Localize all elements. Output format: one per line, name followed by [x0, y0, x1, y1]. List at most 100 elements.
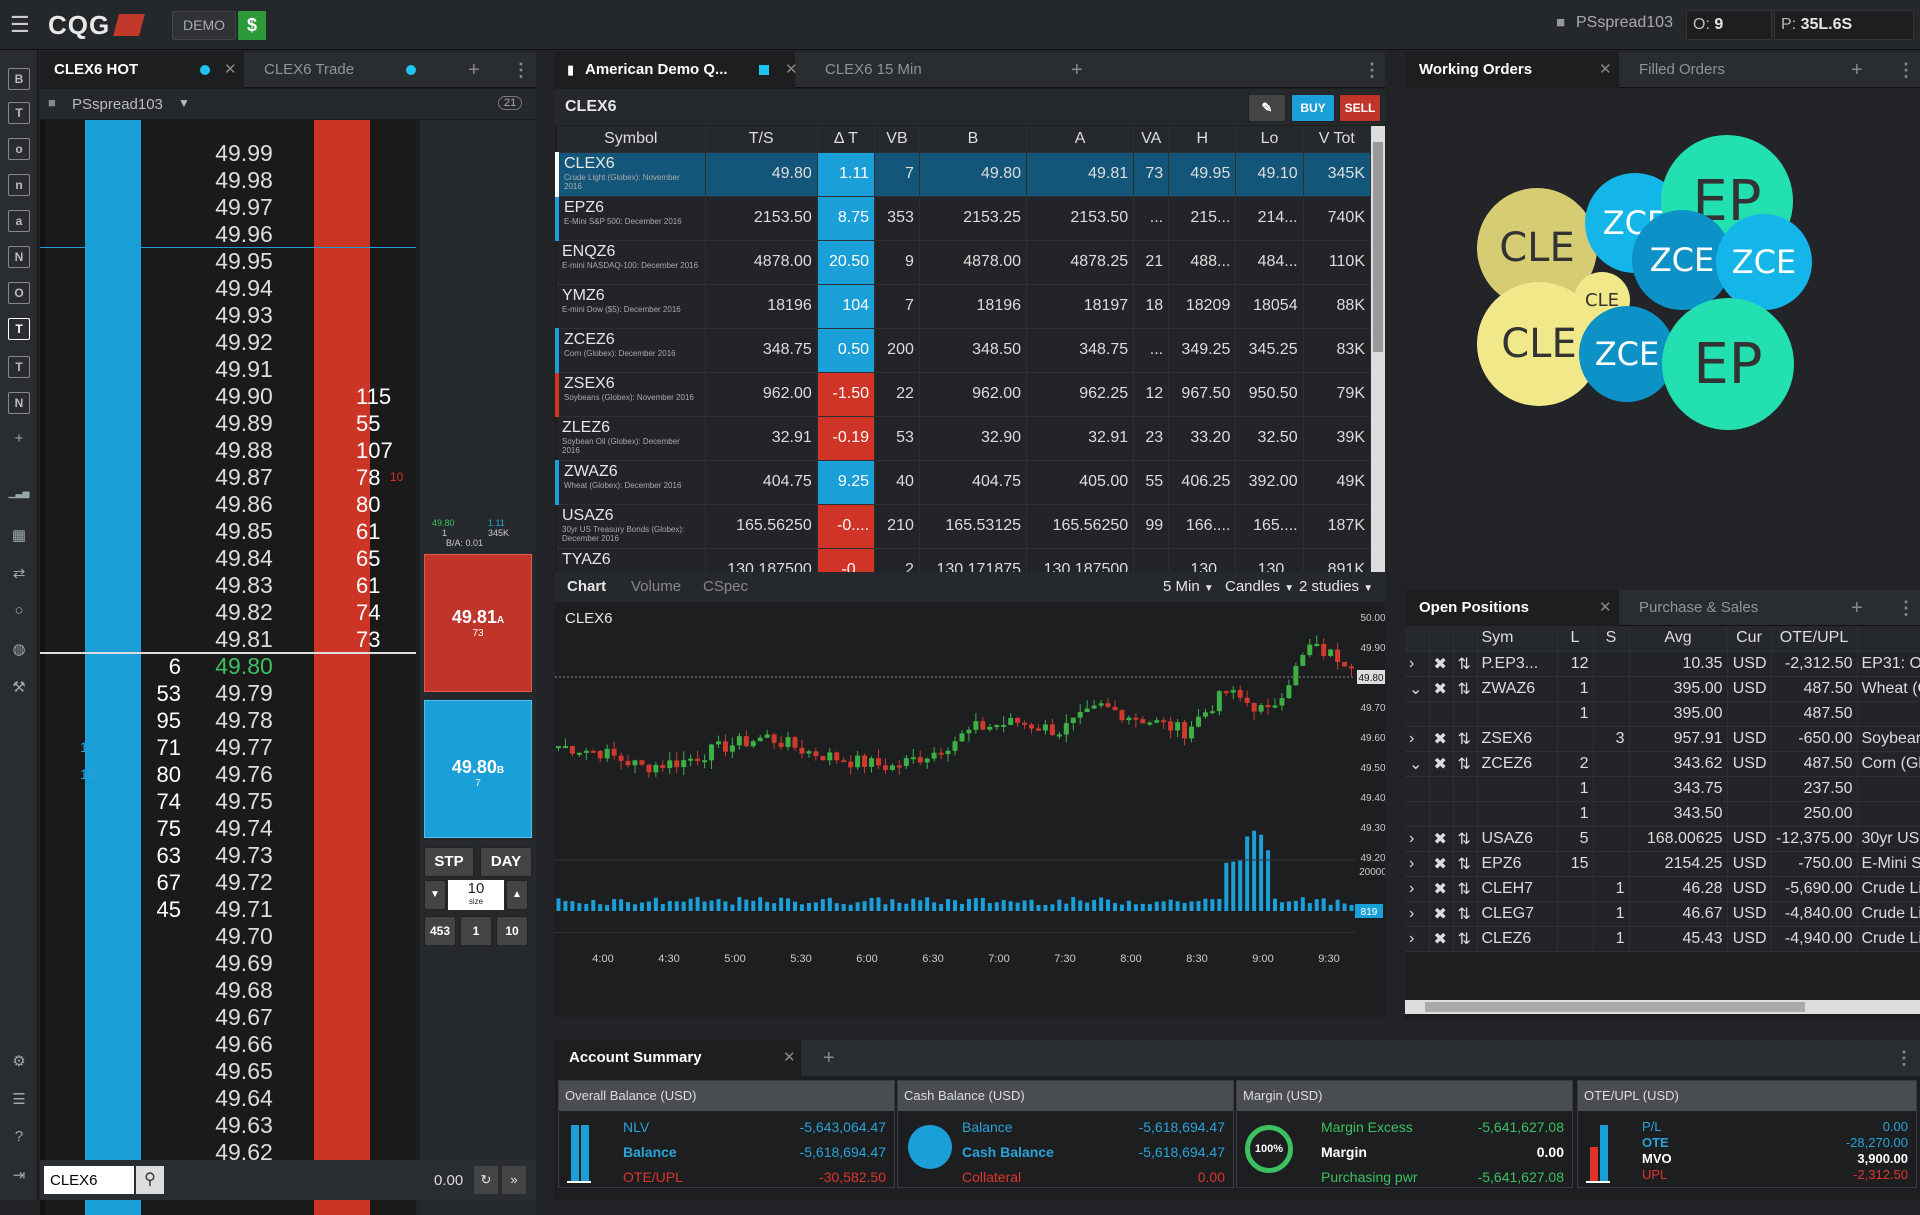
- size-input[interactable]: 10 size: [448, 880, 504, 910]
- expand-icon[interactable]: [1405, 701, 1430, 727]
- tab-purchase-sales[interactable]: Purchase & Sales: [1625, 590, 1825, 626]
- symbol-search-input[interactable]: [44, 1166, 134, 1194]
- add-tab-icon[interactable]: +: [1851, 590, 1863, 626]
- tab-filled-orders[interactable]: Filled Orders: [1625, 52, 1825, 88]
- position-row[interactable]: 1 343.50 250.00: [1405, 801, 1920, 827]
- close-icon[interactable]: ✕: [1599, 590, 1612, 626]
- studies-dropdown[interactable]: 2 studies ▼: [1299, 578, 1373, 595]
- menu-icon[interactable]: ☰: [10, 12, 30, 38]
- ladder-row[interactable]: 49.65: [40, 1058, 416, 1085]
- positions-h-scrollbar[interactable]: [1405, 1000, 1920, 1014]
- add-tab-icon[interactable]: +: [1851, 52, 1863, 88]
- quote-header[interactable]: Δ T: [817, 126, 876, 153]
- close-icon[interactable]: ✕: [785, 52, 798, 88]
- quote-header[interactable]: H: [1168, 126, 1237, 153]
- quote-header[interactable]: Symbol: [557, 126, 706, 153]
- ladder-row[interactable]: 49.79 53: [40, 680, 416, 707]
- ladder-row[interactable]: 49.71 45: [40, 896, 416, 923]
- positions-header[interactable]: Cur: [1727, 626, 1772, 652]
- ladder-row[interactable]: 49.72 67: [40, 869, 416, 896]
- expand-icon[interactable]: ›: [1405, 651, 1430, 677]
- reverse-position-icon[interactable]: ⇅: [1453, 751, 1478, 777]
- day-button[interactable]: DAY: [480, 847, 532, 877]
- expand-icon[interactable]: [1405, 776, 1430, 802]
- expand-icon[interactable]: ›: [1405, 876, 1430, 902]
- quote-row[interactable]: ZCEZ6 Corn (Globex): December 2016 348.75 0…: [555, 328, 1371, 373]
- ladder-row[interactable]: 49.67: [40, 1004, 416, 1031]
- order-bubble[interactable]: EP: [1662, 298, 1794, 430]
- expand-icon[interactable]: ›: [1405, 926, 1430, 952]
- ladder-row[interactable]: 49.85 61: [40, 518, 416, 545]
- close-position-icon[interactable]: [1429, 801, 1454, 827]
- ladder-row[interactable]: 49.88 107: [40, 437, 416, 464]
- tab-clex6-trade[interactable]: CLEX6 Trade: [250, 52, 450, 88]
- close-position-icon[interactable]: ✖: [1429, 876, 1454, 902]
- quick-size-453[interactable]: 453: [424, 916, 456, 946]
- quote-row[interactable]: ENQZ6 E-mini NASDAQ-100: December 2016 487…: [557, 240, 1371, 285]
- ladder-row[interactable]: 49.90 115: [40, 383, 416, 410]
- add-tab-icon[interactable]: +: [468, 52, 480, 88]
- expand-icon[interactable]: ⌄: [1405, 676, 1430, 702]
- settings-icon[interactable]: ⚙: [8, 1052, 30, 1070]
- add-icon[interactable]: +: [8, 430, 30, 447]
- stp-button[interactable]: STP: [424, 847, 474, 877]
- toolbar-button-2[interactable]: o: [8, 138, 30, 160]
- ladder-row[interactable]: 49.86 80: [40, 491, 416, 518]
- expand-icon[interactable]: ›: [1405, 726, 1430, 752]
- close-position-icon[interactable]: [1429, 776, 1454, 802]
- expand-icon[interactable]: ›: [1405, 901, 1430, 927]
- tab-account-summary[interactable]: Account Summary: [555, 1040, 801, 1076]
- toolbar-button-6[interactable]: O: [8, 282, 30, 304]
- quote-row[interactable]: CLEX6 Crude Light (Globex): November 2016…: [555, 152, 1371, 197]
- close-position-icon[interactable]: ✖: [1429, 726, 1454, 752]
- close-position-icon[interactable]: ✖: [1429, 751, 1454, 777]
- positions-header[interactable]: S: [1593, 626, 1630, 652]
- edit-icon[interactable]: ✎: [1248, 94, 1286, 122]
- close-position-icon[interactable]: ✖: [1429, 901, 1454, 927]
- quote-header[interactable]: VB: [874, 126, 920, 153]
- reverse-position-icon[interactable]: ⇅: [1453, 651, 1478, 677]
- user-name[interactable]: PSspread103: [1576, 14, 1673, 32]
- tab-open-positions[interactable]: Open Positions: [1405, 590, 1619, 626]
- position-row[interactable]: › ✖ ⇅ CLEZ6 1 45.43 USD -4,940.00 Crude Li: [1405, 926, 1920, 952]
- quote-header[interactable]: VA: [1133, 126, 1170, 153]
- ladder-row[interactable]: 49.74 75: [40, 815, 416, 842]
- size-up-button[interactable]: ▲: [506, 880, 528, 910]
- chart-style-dropdown[interactable]: Candles ▼: [1225, 578, 1294, 595]
- ladder-row[interactable]: 49.69: [40, 950, 416, 977]
- tab-clex6-15min[interactable]: CLEX6 15 Min: [811, 52, 1011, 88]
- price-chart[interactable]: 50.00 49.90 49.80 49.70 49.60 49.50 49.40 49.30…: [555, 602, 1385, 1017]
- toolbar-button-0[interactable]: B: [8, 68, 30, 90]
- quote-header[interactable]: Lo: [1235, 126, 1304, 153]
- toolbar-button-7[interactable]: T: [8, 318, 30, 340]
- ladder-row[interactable]: 49.87 78 10: [40, 464, 416, 491]
- ladder-row[interactable]: 49.97: [40, 194, 416, 221]
- ladder-row[interactable]: 49.81 73: [40, 626, 416, 653]
- reverse-position-icon[interactable]: [1453, 701, 1478, 727]
- more-icon[interactable]: ⋮: [1897, 590, 1915, 626]
- quote-header[interactable]: T/S: [705, 126, 818, 153]
- quote-row[interactable]: ZLEZ6 Soybean Oil (Globex): December 2016…: [557, 416, 1371, 461]
- toolbar-button-1[interactable]: T: [8, 102, 30, 124]
- reverse-position-icon[interactable]: [1453, 776, 1478, 802]
- more-icon[interactable]: ⋮: [1363, 52, 1381, 88]
- grid-icon[interactable]: ▦: [8, 526, 30, 544]
- ladder-row[interactable]: 49.80 6: [40, 653, 416, 680]
- account-selector[interactable]: ■ PSspread103 ▼ 21: [40, 89, 536, 119]
- more-icon[interactable]: ⋮: [512, 52, 530, 88]
- position-row[interactable]: › ✖ ⇅ P.EP3... 12 10.35 USD -2,312.50 EP31: O: [1405, 651, 1920, 677]
- ladder-row[interactable]: 49.83 61: [40, 572, 416, 599]
- quote-row[interactable]: YMZ6 E-mini Dow ($5): December 2016 18196 1…: [557, 284, 1371, 329]
- ladder-row[interactable]: 49.64: [40, 1085, 416, 1112]
- close-position-icon[interactable]: ✖: [1429, 926, 1454, 952]
- close-position-icon[interactable]: ✖: [1429, 851, 1454, 877]
- logout-icon[interactable]: ⇥: [8, 1166, 30, 1184]
- reverse-position-icon[interactable]: ⇅: [1453, 876, 1478, 902]
- positions-header[interactable]: OTE/UPL: [1771, 626, 1858, 652]
- forward-icon[interactable]: »: [502, 1166, 526, 1194]
- position-row[interactable]: › ✖ ⇅ CLEG7 1 46.67 USD -4,840.00 Crude Li: [1405, 901, 1920, 927]
- quote-header[interactable]: V Tot: [1303, 126, 1371, 153]
- ladder-row[interactable]: 49.98: [40, 167, 416, 194]
- circle-icon[interactable]: ○: [8, 602, 30, 619]
- quick-size-10[interactable]: 10: [496, 916, 528, 946]
